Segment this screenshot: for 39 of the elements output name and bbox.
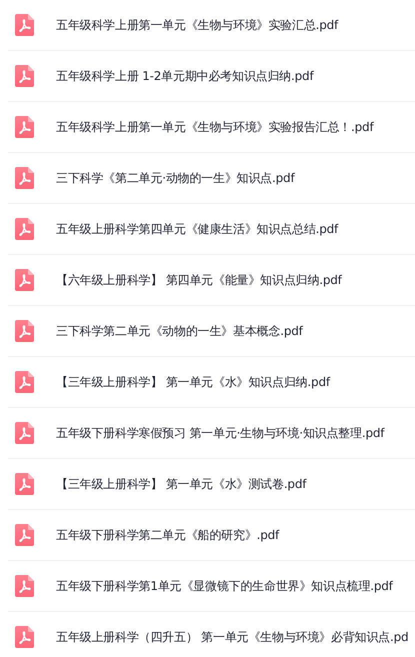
file-row[interactable]: 【六年级上册科学】 第四单元《能量》知识点归纳.pdf xyxy=(8,255,415,306)
file-row[interactable]: 【三年级上册科学】 第一单元《水》测试卷.pdf xyxy=(8,459,415,510)
pdf-file-icon xyxy=(15,269,34,291)
file-name: 五年级上册科学第四单元《健康生活》知识点总结.pdf xyxy=(56,220,338,238)
file-name: 五年级下册科学第二单元《船的研究》.pdf xyxy=(56,526,280,544)
pdf-file-icon xyxy=(15,218,34,240)
pdf-file-icon xyxy=(15,320,34,342)
file-name: 五年级下册科学寒假预习 第一单元·生物与环境·知识点整理.pdf xyxy=(56,424,384,442)
file-row[interactable]: 【三年级上册科学】 第一单元《水》知识点归纳.pdf xyxy=(8,357,415,408)
pdf-file-icon xyxy=(15,575,34,597)
file-row[interactable]: 三下科学第二单元《动物的一生》基本概念.pdf xyxy=(8,306,415,357)
file-row[interactable]: 三下科学《第二单元·动物的一生》知识点.pdf xyxy=(8,153,415,204)
file-row[interactable]: 五年级科学上册 1-2单元期中必考知识点归纳.pdf xyxy=(8,51,415,102)
file-name: 【三年级上册科学】 第一单元《水》测试卷.pdf xyxy=(56,476,306,492)
file-name: 五年级上册科学（四升五） 第一单元《生物与环境》必背知识点.pd xyxy=(56,628,408,646)
file-row[interactable]: 五年级上册科学第四单元《健康生活》知识点总结.pdf xyxy=(8,204,415,255)
pdf-file-icon xyxy=(15,473,34,495)
pdf-file-icon xyxy=(15,524,34,546)
file-row[interactable]: 五年级上册科学（四升五） 第一单元《生物与环境》必背知识点.pd xyxy=(8,612,415,657)
file-name: 三下科学第二单元《动物的一生》基本概念.pdf xyxy=(56,322,303,340)
pdf-file-icon xyxy=(15,371,34,393)
pdf-file-icon xyxy=(15,65,34,87)
file-row[interactable]: 五年级下册科学寒假预习 第一单元·生物与环境·知识点整理.pdf xyxy=(8,408,415,459)
pdf-file-icon xyxy=(15,167,34,189)
file-row[interactable]: 五年级下册科学第二单元《船的研究》.pdf xyxy=(8,510,415,561)
pdf-file-icon xyxy=(15,14,34,36)
file-row[interactable]: 五年级下册科学第1单元《显微镜下的生命世界》知识点梳理.pdf xyxy=(8,561,415,612)
file-row[interactable]: 五年级科学上册第一单元《生物与环境》实验报告汇总！.pdf xyxy=(8,102,415,153)
file-name: 五年级科学上册 1-2单元期中必考知识点归纳.pdf xyxy=(56,68,314,84)
file-name: 【六年级上册科学】 第四单元《能量》知识点归纳.pdf xyxy=(56,272,342,288)
file-name: 三下科学《第二单元·动物的一生》知识点.pdf xyxy=(56,170,294,186)
file-name: 五年级科学上册第一单元《生物与环境》实验汇总.pdf xyxy=(56,16,338,34)
pdf-file-icon xyxy=(15,116,34,138)
file-name: 【三年级上册科学】 第一单元《水》知识点归纳.pdf xyxy=(56,374,330,390)
file-name: 五年级科学上册第一单元《生物与环境》实验报告汇总！.pdf xyxy=(56,118,374,136)
file-row[interactable]: 五年级科学上册第一单元《生物与环境》实验汇总.pdf xyxy=(8,0,415,51)
file-name: 五年级下册科学第1单元《显微镜下的生命世界》知识点梳理.pdf xyxy=(56,578,393,594)
pdf-file-icon xyxy=(15,626,34,648)
pdf-file-icon xyxy=(15,422,34,444)
